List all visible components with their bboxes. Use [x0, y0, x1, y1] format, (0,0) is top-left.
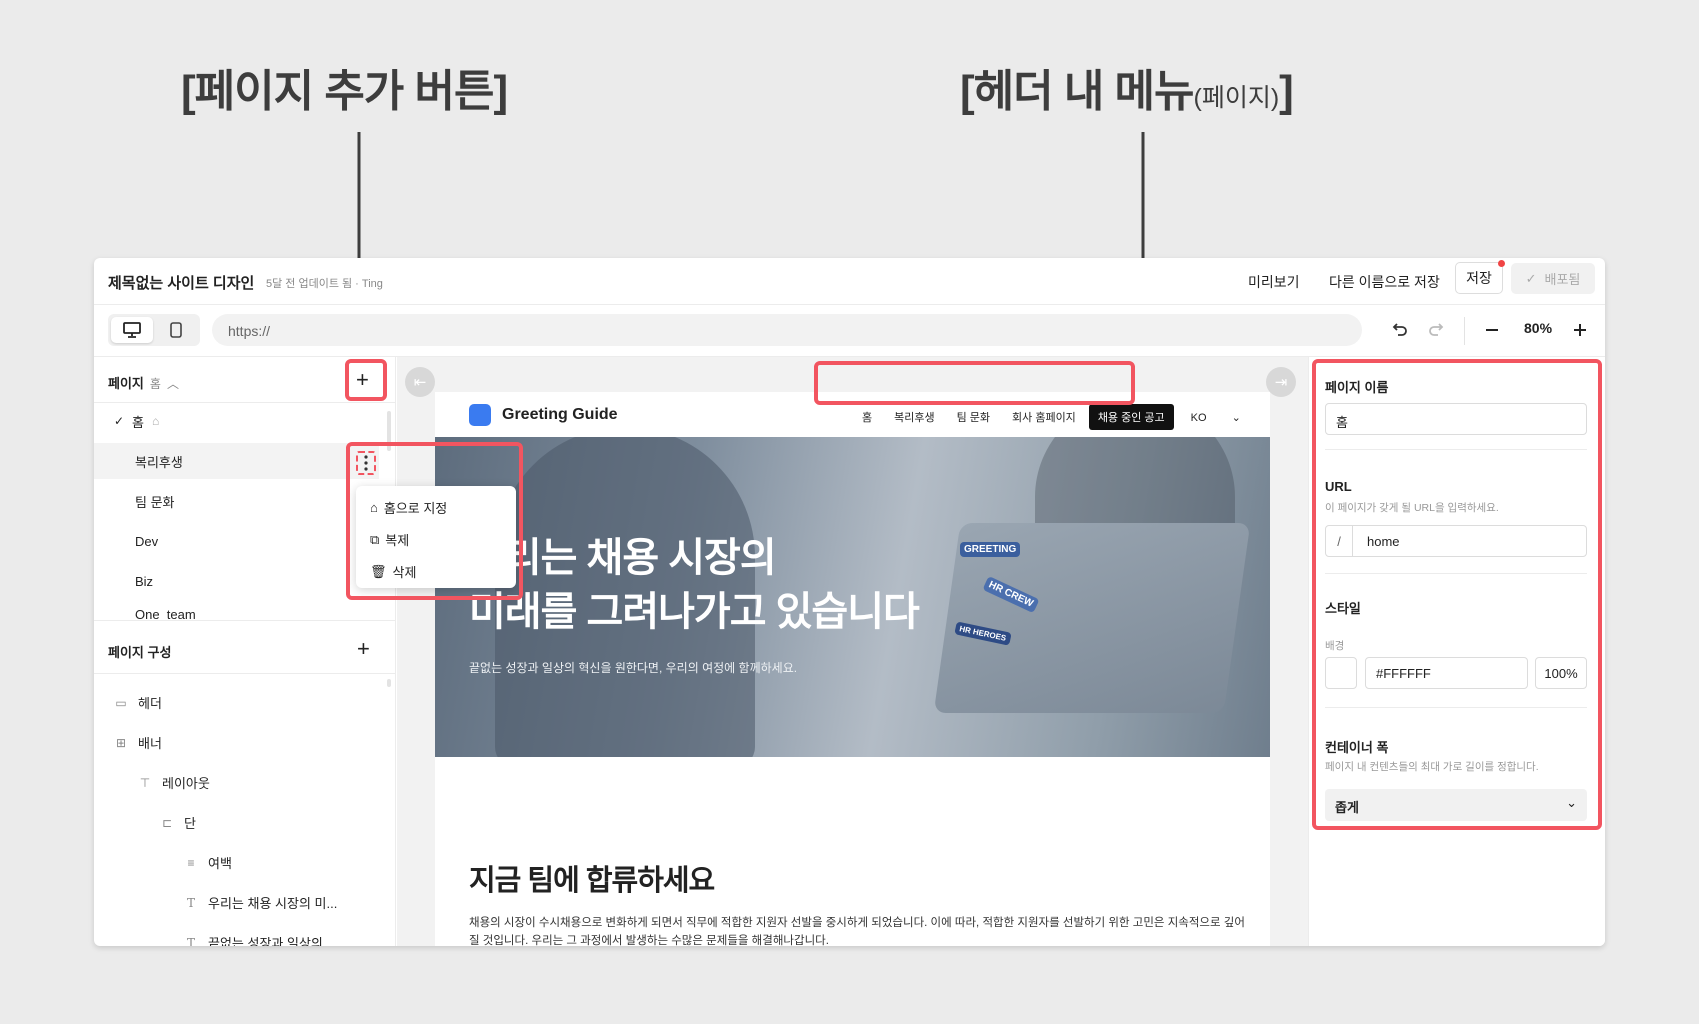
hero-banner[interactable]: GREETING HR CREW HR HEROES 우리는 채용 시장의 미래… [435, 437, 1270, 757]
toolbar-divider [1464, 317, 1465, 345]
tree-item-column[interactable]: ⊏ 단 [160, 813, 196, 832]
tree-item-text[interactable]: T 끝없는 성장과 일상의 ... [184, 933, 338, 947]
update-meta: 5달 전 업데이트 됨 · Ting [266, 278, 383, 290]
editor-window: 제목없는 사이트 디자인 5달 전 업데이트 됨 · Ting 미리보기 다른 … [94, 258, 1605, 946]
structure-scrollbar[interactable] [387, 679, 391, 687]
desktop-view-button[interactable] [111, 317, 153, 343]
site-preview: Greeting Guide 홈 복리후생 팀 문화 회사 홈페이지 채용 중인… [435, 392, 1270, 946]
annotation-header-menu: [헤더 내 메뉴(페이지)] [960, 67, 1294, 116]
home-icon: ⌂ [151, 414, 160, 428]
nav-item-benefits[interactable]: 복리후생 [885, 404, 943, 430]
save-button[interactable]: 저장 [1455, 262, 1503, 294]
hero-subtitle: 끝없는 성장과 일상의 혁신을 원한다면, 우리의 여정에 함께하세요. [469, 661, 798, 675]
page-item-label: 복리후생 [135, 454, 183, 470]
nav-item-home[interactable]: 홈 [853, 404, 881, 430]
section-paragraph: 채용의 시장이 수시채용으로 변화하게 되면서 직무에 적합한 지원자 선발을 … [469, 917, 1245, 946]
page-item-benefits[interactable]: 복리후생 [94, 443, 379, 479]
zoom-out-icon[interactable] [1484, 321, 1500, 339]
tree-item-label: 끝없는 성장과 일상의 ... [208, 936, 338, 946]
zoom-level: 80% [1524, 320, 1553, 336]
site-logo-icon [469, 404, 491, 426]
layout-icon: ⊤ [139, 775, 151, 790]
nav-item-jobs[interactable]: 채용 중인 공고 [1088, 404, 1174, 430]
highlight-settings [1312, 359, 1602, 830]
arrow-right-icon: ⇥ [1274, 374, 1288, 391]
tree-item-layout[interactable]: ⊤ 레이아웃 [138, 773, 210, 792]
unsaved-dot [1498, 260, 1505, 267]
deploy-label: 배포됨 [1544, 272, 1581, 287]
text-icon: T [186, 895, 195, 910]
tree-item-label: 단 [184, 816, 196, 831]
url-input[interactable]: https:// [212, 314, 1362, 346]
add-section-button[interactable]: + [357, 638, 370, 660]
page-item-culture[interactable]: 팀 문화 [94, 483, 379, 519]
text-icon: T [186, 935, 195, 947]
tree-item-spacer[interactable]: ≡ 여백 [184, 853, 232, 872]
settings-panel: 페이지 이름 홈 URL 이 페이지가 갖게 될 URL을 입력하세요. / h… [1308, 357, 1605, 946]
check-icon: ✓ [114, 414, 125, 428]
header-block-icon: ▭ [115, 695, 127, 710]
page-item-biz[interactable]: Biz [94, 563, 379, 599]
undo-icon[interactable] [1390, 321, 1408, 339]
divider [94, 620, 396, 621]
chevron-up-icon: ︿ [166, 377, 179, 391]
page-item-home[interactable]: ✓ 홈 ⌂ [94, 403, 379, 439]
tree-item-label: 배너 [138, 736, 162, 751]
lang-label: KO [1190, 411, 1207, 424]
save-as-button[interactable]: 다른 이름으로 저장 [1329, 272, 1440, 292]
annotation-add-page: [페이지 추가 버튼] [181, 67, 508, 116]
tree-item-label: 헤더 [138, 696, 162, 711]
sticker: GREETING [960, 542, 1021, 557]
page-item-label: 홈 [132, 414, 144, 430]
tree-item-banner[interactable]: ⊞ 배너 [114, 733, 162, 752]
hero-title-line2: 미래를 그려나가고 있습니다 [469, 590, 920, 634]
check-icon: ✓ [1525, 270, 1537, 286]
highlight-add-page [345, 359, 387, 401]
deploy-button[interactable]: ✓ 배포됨 [1511, 263, 1595, 294]
nav-item-culture[interactable]: 팀 문화 [948, 404, 999, 430]
pages-header[interactable]: 페이지 홈 ︿ [108, 373, 179, 392]
site-title: Greeting Guide [502, 406, 618, 423]
toolbar: https:// 80% [94, 305, 1605, 357]
section-title: 지금 팀에 합류하세요 [469, 865, 715, 897]
column-icon: ⊏ [161, 815, 173, 830]
tree-item-text[interactable]: T 우리는 채용 시장의 미... [184, 893, 337, 912]
mobile-view-button[interactable] [155, 317, 197, 343]
tree-item-label: 여백 [208, 856, 232, 871]
redo-icon[interactable] [1428, 321, 1446, 339]
highlight-context-menu [346, 442, 523, 600]
preview-button[interactable]: 미리보기 [1248, 272, 1300, 292]
page-item-label: 팀 문화 [135, 494, 175, 510]
tree-item-label: 레이아웃 [162, 776, 210, 791]
page-item-oneteam[interactable]: One_team [94, 601, 379, 619]
title-bar: 제목없는 사이트 디자인 5달 전 업데이트 됨 · Ting 미리보기 다른 … [94, 258, 1605, 305]
page-item-label: One_team [135, 607, 196, 619]
highlight-header-menu [814, 361, 1135, 405]
site-nav: 홈 복리후생 팀 문화 회사 홈페이지 채용 중인 공고 KO ⌄ [853, 404, 1262, 430]
tree-item-label: 우리는 채용 시장의 미... [208, 896, 338, 911]
nav-item-homepage[interactable]: 회사 홈페이지 [1003, 404, 1085, 430]
page-item-dev[interactable]: Dev [94, 523, 379, 559]
design-title[interactable]: 제목없는 사이트 디자인 [108, 272, 254, 293]
editor-canvas: ⇤ ⇥ Greeting Guide 홈 복리후생 팀 문화 회사 홈페이지 채… [397, 357, 1308, 946]
collapse-right-button[interactable]: ⇥ [1266, 367, 1296, 397]
desktop-icon [123, 322, 141, 338]
page-item-label: Dev [135, 533, 159, 549]
divider [94, 673, 396, 674]
device-toggle [108, 314, 200, 346]
banner-block-icon: ⊞ [115, 735, 127, 750]
lang-select[interactable]: KO ⌄ [1178, 411, 1258, 424]
spacer-icon: ≡ [187, 855, 195, 870]
chevron-down-icon: ⌄ [1231, 411, 1241, 424]
zoom-in-icon[interactable] [1572, 321, 1588, 339]
arrow-left-icon: ⇤ [413, 374, 427, 391]
page-item-label: Biz [135, 573, 154, 589]
structure-header: 페이지 구성 [108, 645, 172, 660]
tree-item-header[interactable]: ▭ 헤더 [114, 693, 162, 712]
mobile-icon [170, 322, 182, 338]
collapse-left-button[interactable]: ⇤ [405, 367, 435, 397]
